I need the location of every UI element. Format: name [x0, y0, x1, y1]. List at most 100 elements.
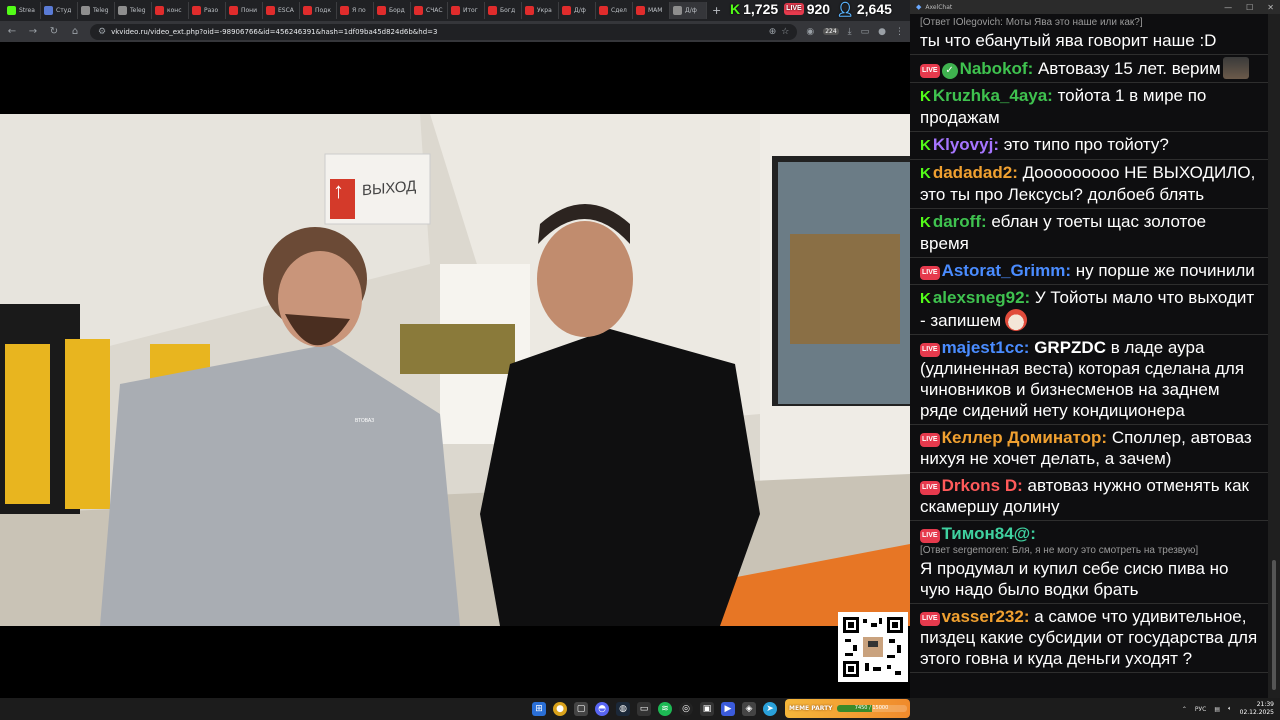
- browser-window: Strea Студ Teleg Teleg конс Разо Пони ESCA Подк Я…: [0, 0, 910, 698]
- chat-message: LIVE Drkons D: автоваз нужно отменять как…: [910, 473, 1268, 521]
- verified-icon: ✓: [941, 63, 958, 79]
- download-icon[interactable]: ⤓: [848, 27, 852, 37]
- maximize-icon[interactable]: ☐: [1246, 3, 1253, 12]
- live-badge-icon: LIVE: [920, 343, 940, 357]
- reload-icon[interactable]: ↻: [48, 26, 60, 37]
- telegram-icon[interactable]: ➤: [763, 702, 777, 716]
- browser-tab[interactable]: Укра: [522, 2, 559, 19]
- chat-mention: GRPZDC: [1034, 338, 1106, 357]
- browser-tab[interactable]: Борд: [374, 2, 411, 19]
- profile-icon[interactable]: ●: [878, 27, 886, 37]
- chat-username[interactable]: dadadad2:: [933, 163, 1018, 182]
- browser-tab[interactable]: Д/ф: [670, 2, 707, 19]
- bookmark-star-icon[interactable]: ☆: [781, 27, 789, 37]
- chat-window: ◆ AxelChat — ☐ ✕ [Ответ IOlegovich: Моты…: [910, 0, 1280, 698]
- chat-message: Kdaroff: еблан у тоеты щас золотое время: [910, 209, 1268, 258]
- chat-message-text: это типо про тойоту?: [998, 135, 1169, 154]
- clock[interactable]: 21:39 02.12.2025: [1240, 701, 1274, 717]
- app-icon-9[interactable]: ▣: [700, 702, 714, 716]
- tab-label: Сдел: [611, 7, 627, 14]
- live-viewer-stat: LIVE 920: [784, 1, 830, 17]
- zoom-icon[interactable]: ⊕: [769, 27, 777, 37]
- volume-icon[interactable]: 🔈︎: [1228, 705, 1232, 713]
- browser-tab[interactable]: Богд: [485, 2, 522, 19]
- tab-label: Teleg: [93, 7, 109, 14]
- tab-favicon-icon: [44, 6, 53, 15]
- browser-tab[interactable]: Strea: [4, 2, 41, 19]
- browser-tab[interactable]: ESCA: [263, 2, 300, 19]
- steam-icon[interactable]: ◍: [616, 702, 630, 716]
- chat-username[interactable]: Astorat_Grimm:: [942, 261, 1071, 280]
- chat-window-title: AxelChat: [925, 3, 953, 11]
- minimize-icon[interactable]: —: [1224, 3, 1232, 12]
- chat-message: LIVE majest1cc: GRPZDC в ладе аура (удлин…: [910, 335, 1268, 425]
- chat-username[interactable]: vasser232:: [942, 607, 1030, 626]
- discord-icon[interactable]: ◓: [595, 702, 609, 716]
- close-icon[interactable]: ✕: [1267, 3, 1274, 12]
- browser-tab[interactable]: Я по: [337, 2, 374, 19]
- url-text[interactable]: vkvideo.ru/video_ext.php?oid=-98906766&i…: [111, 28, 764, 36]
- tab-label: Укра: [537, 7, 552, 14]
- kick-badge-icon: K: [920, 88, 931, 105]
- start-icon[interactable]: ⊞: [532, 702, 546, 716]
- browser-tab[interactable]: МАМ: [633, 2, 670, 19]
- browser-tab[interactable]: Teleg: [115, 2, 152, 19]
- chat-username[interactable]: Nabokof:: [960, 59, 1034, 78]
- chrome-icon[interactable]: ●: [553, 702, 567, 716]
- new-tab-button[interactable]: +: [707, 4, 726, 17]
- chat-username[interactable]: Klyovyj:: [933, 135, 999, 154]
- chat-username[interactable]: Тимон84@:: [942, 524, 1036, 543]
- browser-tab[interactable]: Teleg: [78, 2, 115, 19]
- meme-party-widget: MEME PARTY 7450 / 15000: [785, 699, 910, 718]
- browser-tab[interactable]: СЧАС: [411, 2, 448, 19]
- browser-tab[interactable]: Сдел: [596, 2, 633, 19]
- chat-username[interactable]: majest1cc:: [942, 338, 1030, 357]
- clown-emote-icon: [1005, 309, 1028, 331]
- tray-chevron-icon[interactable]: ⌃: [1182, 706, 1187, 713]
- chat-username[interactable]: alexsneg92:: [933, 288, 1030, 307]
- tab-favicon-icon: [118, 6, 127, 15]
- chat-username[interactable]: Келлер Доминатор:: [942, 428, 1108, 447]
- explorer-icon[interactable]: ▢: [574, 702, 588, 716]
- tab-favicon-icon: [377, 6, 386, 15]
- browser-tab[interactable]: Подк: [300, 2, 337, 19]
- chat-message: LIVE Тимон84@: [Ответ sergemoren: Бля, я н…: [910, 521, 1268, 604]
- chat-message-text: Я продумал и купил себе сисю пива но чую…: [920, 559, 1229, 599]
- tab-label: Я по: [352, 7, 366, 14]
- live-badge-icon: LIVE: [920, 433, 940, 447]
- browser-tab[interactable]: конс: [152, 2, 189, 19]
- player-icon[interactable]: ▶: [721, 702, 735, 716]
- chat-message: LIVE vasser232: а самое что удивительное,…: [910, 604, 1268, 673]
- video-player[interactable]: ВЫХОД ↑ ВТОВАЗ: [0, 114, 910, 626]
- chat-username[interactable]: daroff:: [933, 212, 987, 231]
- back-icon[interactable]: ←: [6, 26, 18, 37]
- browser-tab[interactable]: Студ: [41, 2, 78, 19]
- browser-tab[interactable]: Итог: [448, 2, 485, 19]
- chat-message: LIVE Келлер Доминатор: Споллер, автоваз н…: [910, 425, 1268, 473]
- chat-username[interactable]: Kruzhka_4aya:: [933, 86, 1053, 105]
- tab-label: Strea: [19, 7, 35, 14]
- chat-username[interactable]: Drkons D:: [942, 476, 1023, 495]
- address-bar[interactable]: ⚙ vkvideo.ru/video_ext.php?oid=-98906766…: [90, 23, 798, 40]
- spotify-icon[interactable]: ≋: [658, 702, 672, 716]
- site-info-icon[interactable]: ⚙: [98, 27, 106, 37]
- chat-scrollbar[interactable]: [1272, 560, 1276, 690]
- network-icon[interactable]: ▤: [1214, 706, 1220, 713]
- chat-message-list[interactable]: [Ответ IOlegovich: Моты Ява это наше или…: [910, 14, 1268, 698]
- tab-favicon-icon: [488, 6, 497, 15]
- browser-tab[interactable]: Разо: [189, 2, 226, 19]
- browser-tab[interactable]: Пони: [226, 2, 263, 19]
- language-indicator[interactable]: РУС: [1195, 706, 1206, 713]
- app-icon-11[interactable]: ◈: [742, 702, 756, 716]
- chat-message-text: ты что ебанутый ява говорит наше :D: [920, 31, 1217, 50]
- terminal-icon[interactable]: ▭: [637, 702, 651, 716]
- sidebar-icon[interactable]: ▭: [861, 27, 870, 37]
- video-frame-image: [0, 114, 910, 626]
- forward-icon[interactable]: →: [27, 26, 39, 37]
- home-icon[interactable]: ⌂: [69, 26, 81, 37]
- extension-icon[interactable]: ◉: [806, 27, 814, 37]
- obs-icon[interactable]: ◎: [679, 702, 693, 716]
- browser-tab[interactable]: Д/ф: [559, 2, 596, 19]
- menu-icon[interactable]: ⋮: [895, 27, 904, 37]
- tab-label: конс: [167, 7, 182, 14]
